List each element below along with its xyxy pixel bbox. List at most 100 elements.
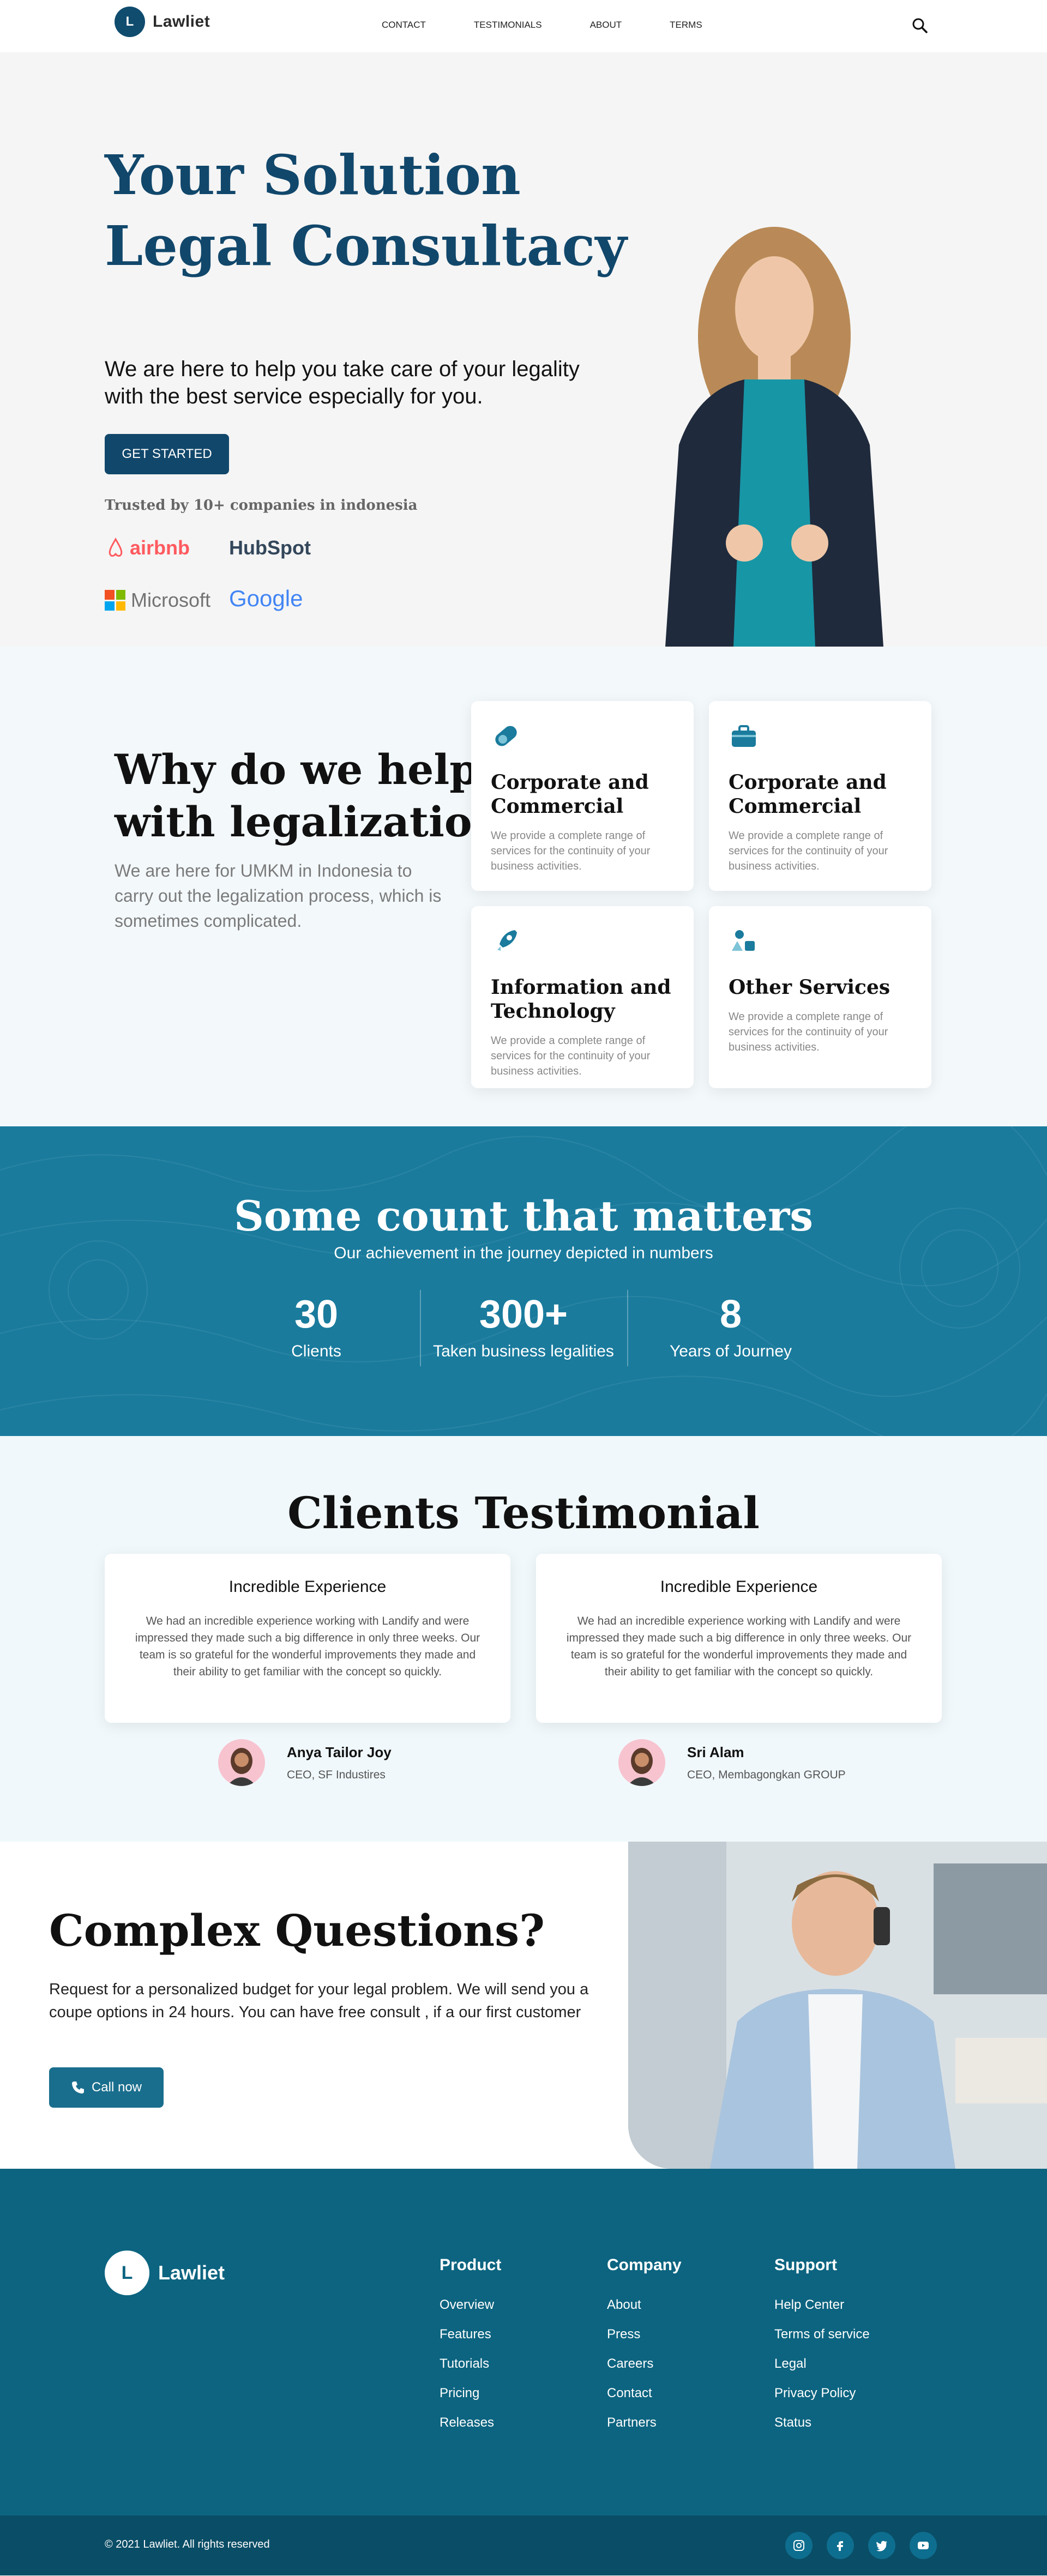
footer-link[interactable]: Overview bbox=[440, 2297, 501, 2313]
footer-column-title: Support bbox=[774, 2256, 837, 2274]
footer-link[interactable]: Status bbox=[774, 2415, 870, 2430]
footer-link[interactable]: Terms of service bbox=[774, 2327, 870, 2342]
stat-label: Years of Journey bbox=[669, 1342, 792, 1360]
hero-title-line-2: Legal Consultacy bbox=[105, 214, 627, 278]
why-title-line-2: with legalization? bbox=[115, 798, 527, 846]
microsoft-logo: Microsoft bbox=[105, 589, 210, 612]
footer-column-company: Company About Press Careers Contact Part… bbox=[607, 2256, 682, 2445]
shapes-icon bbox=[732, 930, 755, 951]
footer-link[interactable]: About bbox=[607, 2297, 682, 2313]
why-title-line-1: Why do we help bbox=[115, 745, 479, 794]
service-card-title: Information and Technology bbox=[491, 976, 671, 1023]
microsoft-icon bbox=[105, 590, 125, 611]
why-section: Why do we help with legalization? We are… bbox=[0, 647, 1047, 1126]
stat-years: 8 Years of Journey bbox=[627, 1292, 834, 1361]
service-card-other[interactable]: Other Services We provide a complete ran… bbox=[709, 906, 931, 1088]
footer-bottom-bar: © 2021 Lawliet. All rights reserved bbox=[0, 2515, 1047, 2575]
footer-logo-text: Lawliet bbox=[158, 2261, 225, 2284]
menu-terms[interactable]: TERMS bbox=[670, 20, 702, 31]
trusted-text: Trusted by 10+ companies in indonesia bbox=[105, 497, 418, 514]
testimonial-heading: Incredible Experience bbox=[660, 1578, 818, 1596]
stat-legalities: 300+ Taken business legalities bbox=[420, 1292, 627, 1361]
avatar bbox=[218, 1739, 265, 1786]
stats-section: Some count that matters Our achievement … bbox=[0, 1126, 1047, 1436]
main-menu: CONTACT TESTIMONIALS ABOUT TERMS bbox=[382, 20, 750, 31]
airbnb-icon bbox=[109, 538, 123, 557]
footer-link[interactable]: Tutorials bbox=[440, 2356, 501, 2372]
service-card-title: Corporate and Commercial bbox=[491, 771, 649, 818]
pill-icon bbox=[495, 726, 517, 746]
testimonial-text: We had an incredible experience working … bbox=[135, 1615, 480, 1678]
stat-clients: 30 Clients bbox=[213, 1292, 420, 1361]
copyright: © 2021 Lawliet. All rights reserved bbox=[105, 2538, 270, 2550]
footer: L Lawliet Product Overview Features Tuto… bbox=[0, 2169, 1047, 2515]
get-started-button[interactable]: GET STARTED bbox=[105, 434, 229, 474]
man-on-phone-image bbox=[628, 1842, 1047, 2169]
rocket-icon bbox=[497, 930, 517, 951]
search-icon[interactable] bbox=[911, 16, 929, 35]
testimonial-card: Incredible Experience We had an incredib… bbox=[536, 1554, 942, 1723]
footer-link[interactable]: Partners bbox=[607, 2415, 682, 2430]
stats-subtitle: Our achievement in the journey depicted … bbox=[334, 1244, 713, 1262]
topography-pattern bbox=[0, 1126, 1047, 1436]
author-name: Sri Alam bbox=[687, 1744, 744, 1760]
footer-link[interactable]: Press bbox=[607, 2327, 682, 2342]
footer-logo[interactable]: L Lawliet bbox=[105, 2251, 225, 2295]
author-role: CEO, Membagongkan GROUP bbox=[687, 1768, 846, 1781]
footer-link[interactable]: Legal bbox=[774, 2356, 870, 2372]
footer-link[interactable]: Privacy Policy bbox=[774, 2386, 870, 2401]
footer-column-title: Product bbox=[440, 2256, 502, 2274]
why-description: We are here for UMKM in Indonesia to car… bbox=[115, 861, 442, 931]
menu-contact[interactable]: CONTACT bbox=[382, 20, 426, 31]
airbnb-wordmark: airbnb bbox=[130, 536, 190, 559]
hubspot-wordmark: HubSpot bbox=[229, 536, 311, 559]
stats-title: Some count that matters bbox=[233, 1192, 814, 1240]
footer-link[interactable]: Careers bbox=[607, 2356, 682, 2372]
service-card-text: We provide a complete range of services … bbox=[729, 830, 888, 872]
testimonial-author: Anya Tailor Joy CEO, SF Industires bbox=[218, 1739, 392, 1786]
author-name: Anya Tailor Joy bbox=[287, 1744, 392, 1760]
service-card-title: Other Services bbox=[729, 976, 890, 999]
footer-link[interactable]: Contact bbox=[607, 2386, 682, 2401]
footer-link[interactable]: Releases bbox=[440, 2415, 501, 2430]
hero-subtitle: We are here to help you take care of you… bbox=[105, 357, 580, 408]
stat-value: 8 bbox=[719, 1293, 742, 1336]
testimonials-title: Clients Testimonial bbox=[287, 1487, 760, 1539]
twitter-icon[interactable] bbox=[868, 2532, 895, 2559]
stat-value: 300+ bbox=[479, 1293, 568, 1336]
service-card-corporate[interactable]: Corporate and Commercial We provide a co… bbox=[471, 701, 694, 891]
footer-link[interactable]: Features bbox=[440, 2327, 501, 2342]
testimonial-heading: Incredible Experience bbox=[228, 1578, 387, 1596]
logo-text: Lawliet bbox=[153, 13, 210, 31]
instagram-icon[interactable] bbox=[785, 2532, 813, 2559]
service-card-commercial[interactable]: Corporate and Commercial We provide a co… bbox=[709, 701, 931, 891]
service-card-text: We provide a complete range of services … bbox=[491, 830, 651, 872]
hero-woman-image bbox=[665, 227, 883, 647]
service-card-text: We provide a complete range of services … bbox=[491, 1035, 651, 1077]
avatar bbox=[618, 1739, 665, 1786]
service-card-text: We provide a complete range of services … bbox=[729, 1011, 888, 1053]
menu-about[interactable]: ABOUT bbox=[590, 20, 622, 31]
questions-title: Complex Questions? bbox=[49, 1905, 545, 1956]
airbnb-logo: airbnb bbox=[105, 536, 190, 559]
facebook-icon[interactable] bbox=[827, 2532, 854, 2559]
stat-label: Taken business legalities bbox=[433, 1342, 614, 1360]
call-now-button[interactable]: Call now bbox=[49, 2067, 164, 2108]
testimonials-section: Clients Testimonial Incredible Experienc… bbox=[0, 1436, 1047, 1842]
testimonial-card: Incredible Experience We had an incredib… bbox=[105, 1554, 510, 1723]
footer-column-product: Product Overview Features Tutorials Pric… bbox=[440, 2256, 501, 2445]
service-card-it[interactable]: Information and Technology We provide a … bbox=[471, 906, 694, 1088]
phone-icon bbox=[71, 2082, 84, 2094]
footer-logo-badge: L bbox=[105, 2251, 149, 2295]
footer-column-support: Support Help Center Terms of service Leg… bbox=[774, 2256, 870, 2445]
social-links bbox=[785, 2532, 951, 2559]
menu-testimonials[interactable]: TESTIMONIALS bbox=[474, 20, 542, 31]
hubspot-logo: HubSpot bbox=[229, 536, 311, 559]
logo[interactable]: L Lawliet bbox=[115, 7, 210, 37]
footer-column-title: Company bbox=[607, 2256, 682, 2274]
top-nav: L Lawliet CONTACT TESTIMONIALS ABOUT TER… bbox=[0, 0, 1047, 52]
footer-link[interactable]: Help Center bbox=[774, 2297, 870, 2313]
stat-value: 30 bbox=[294, 1293, 339, 1336]
youtube-icon[interactable] bbox=[910, 2532, 937, 2559]
footer-link[interactable]: Pricing bbox=[440, 2386, 501, 2401]
